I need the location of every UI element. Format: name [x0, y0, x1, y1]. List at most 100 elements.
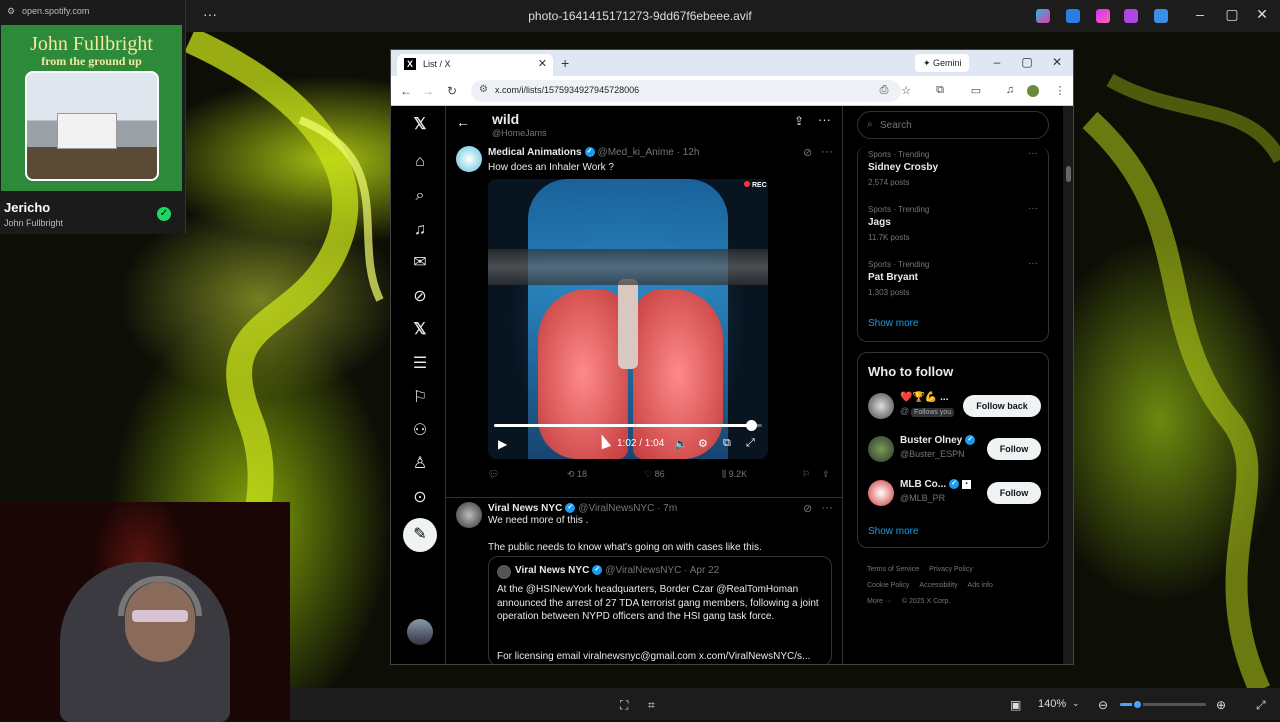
follow-button[interactable]: Follow — [987, 482, 1041, 504]
follow-back-button[interactable]: Follow back — [963, 395, 1041, 417]
footer-link[interactable]: Ads info — [968, 582, 993, 589]
browser-maximize-icon[interactable]: ▢ — [1019, 55, 1035, 69]
tweet-avatar[interactable] — [456, 502, 482, 528]
footer-link[interactable]: More ··· — [867, 598, 892, 605]
communities-icon[interactable]: ⚇ — [409, 420, 431, 442]
follow-suggestion[interactable]: Buster Olney ✓ @Buster_ESPN Follow — [868, 434, 1043, 466]
trends-show-more-link[interactable]: Show more — [868, 318, 919, 329]
suggestion-avatar[interactable] — [868, 393, 894, 419]
notifications-bell-icon[interactable]: ♫ — [409, 219, 431, 241]
actual-size-icon[interactable]: ▣ — [1010, 698, 1021, 712]
tweet-author[interactable]: Medical Animations ✓ @Med_ki_Anime · 12h — [488, 147, 699, 158]
share-icon[interactable]: ⇪ — [794, 114, 804, 128]
wtf-show-more-link[interactable]: Show more — [868, 526, 919, 537]
back-arrow-icon[interactable]: ← — [456, 114, 470, 130]
trend-more-icon[interactable]: ··· — [1028, 203, 1038, 214]
minimize-icon[interactable]: – — [1190, 6, 1210, 26]
video-player[interactable]: REC ▶ 1:02 / 1:04 🔈 ⚙ ⧉ ⤢ — [488, 179, 768, 459]
designer-icon[interactable] — [1124, 9, 1138, 23]
footer-link[interactable]: Terms of Service — [867, 566, 919, 573]
bookmark-icon[interactable]: ⚐ — [802, 469, 810, 480]
tab-close-icon[interactable]: ✕ — [538, 57, 547, 70]
tweet-author[interactable]: Viral News NYC ✓ @ViralNewsNYC · 7m — [488, 503, 677, 514]
settings-gear-icon[interactable]: ⚙ — [698, 437, 708, 450]
footer-link[interactable]: Cookie Policy — [867, 582, 909, 589]
tweet[interactable]: Viral News NYC ✓ @ViralNewsNYC · 7m ⊘ ··· … — [446, 498, 842, 664]
gemini-button[interactable]: ✦ Gemini — [915, 54, 969, 72]
zoom-slider-knob[interactable] — [1132, 699, 1144, 710]
song-title[interactable]: Jericho — [4, 200, 50, 215]
zoom-slider[interactable] — [1120, 699, 1206, 710]
paint-icon[interactable] — [1066, 9, 1080, 23]
site-info-icon[interactable]: ⚙ — [7, 6, 15, 17]
retweet-button[interactable]: ⟲ 18 — [567, 469, 587, 480]
follow-suggestion[interactable]: MLB Co... ✓ ▪ @MLB_PR Follow — [868, 478, 1043, 510]
suggestion-avatar[interactable] — [868, 436, 894, 462]
account-avatar[interactable] — [407, 619, 433, 645]
fullscreen-video-icon[interactable]: ⤢ — [746, 437, 755, 450]
cast-icon[interactable]: ▭ — [969, 84, 983, 97]
bookmark-star-icon[interactable]: ☆ — [899, 84, 913, 97]
pip-icon[interactable]: ⧉ — [723, 437, 731, 450]
maximize-icon[interactable]: ▢ — [1222, 6, 1242, 26]
grok-explain-icon[interactable]: ⊘ — [803, 502, 812, 515]
share-tweet-icon[interactable]: ⇪ — [822, 469, 830, 480]
browser-minimize-icon[interactable]: – — [989, 55, 1005, 69]
grok-explain-icon[interactable]: ⊘ — [803, 146, 812, 159]
album-art[interactable]: John Fullbright from the ground up — [1, 25, 182, 191]
tab-list-x[interactable]: X List / X ✕ — [397, 54, 553, 76]
tweet-more-icon[interactable]: ··· — [821, 500, 833, 514]
messages-mail-icon[interactable]: ✉ — [409, 252, 431, 274]
lists-icon[interactable]: ☰ — [409, 353, 431, 375]
profile-icon[interactable] — [1027, 85, 1039, 97]
trend-item[interactable]: Sports · Trending Jags 11.7K posts ··· — [868, 203, 1043, 255]
new-tab-button[interactable]: + — [561, 55, 569, 71]
url-field[interactable]: ⚙ x.com/i/lists/1575934927945728006 — [471, 80, 901, 102]
play-icon[interactable]: ▶ — [498, 437, 507, 451]
copilot-icon[interactable] — [1036, 9, 1050, 23]
trend-item[interactable]: Sports · Trending Sidney Crosby 2,574 po… — [868, 148, 1043, 200]
zoom-out-icon[interactable]: ⊖ — [1098, 698, 1108, 712]
reload-icon[interactable]: ↻ — [445, 84, 459, 98]
follow-suggestion[interactable]: ❤️🏆💪 ... @ Follows you Follow back — [868, 391, 1043, 423]
compose-post-button[interactable]: ✎ — [403, 518, 437, 552]
tweet[interactable]: Medical Animations ✓ @Med_ki_Anime · 12h ⊘… — [446, 142, 842, 498]
footer-link[interactable]: Privacy Policy — [929, 566, 973, 573]
grok-icon[interactable]: ⊘ — [409, 286, 431, 308]
artist-name[interactable]: John Fullbright — [4, 218, 63, 228]
footer-link[interactable]: Accessibility — [919, 582, 957, 589]
tweet-avatar[interactable] — [456, 146, 482, 172]
reply-button[interactable]: 💬︎ — [488, 469, 499, 480]
fullscreen-icon[interactable]: ⤢ — [1256, 698, 1266, 713]
profile-person-icon[interactable]: ♙ — [409, 453, 431, 475]
extensions-icon[interactable]: ⧉ — [933, 84, 947, 97]
home-icon[interactable]: ⌂ — [409, 151, 431, 173]
bookmarks-icon[interactable]: ⚐ — [409, 387, 431, 409]
premium-x-icon[interactable]: 𝕏 — [409, 319, 431, 341]
tweet-more-icon[interactable]: ··· — [821, 144, 833, 158]
trend-more-icon[interactable]: ··· — [1028, 258, 1038, 269]
saved-check-icon[interactable]: ✓ — [157, 207, 171, 221]
browser-menu-icon[interactable]: ⋮ — [1053, 84, 1067, 97]
install-app-icon[interactable]: ⎙ — [877, 84, 891, 97]
clipchamp-icon[interactable] — [1096, 9, 1110, 23]
page-scrollbar[interactable] — [1063, 106, 1073, 664]
onedrive-icon[interactable] — [1154, 9, 1168, 23]
follow-button[interactable]: Follow — [987, 438, 1041, 460]
explore-search-icon[interactable]: ⌕ — [409, 185, 431, 207]
like-button[interactable]: ♡ 86 — [644, 469, 665, 480]
media-icon[interactable]: ♫ — [1003, 84, 1017, 96]
zoom-level[interactable]: 140% — [1038, 698, 1066, 710]
zoom-dropdown-icon[interactable]: ⌄ — [1072, 698, 1080, 709]
quoted-tweet[interactable]: Viral News NYC ✓ @ViralNewsNYC · Apr 22 At… — [488, 556, 832, 664]
video-progress-bar[interactable] — [494, 420, 762, 431]
more-icon[interactable]: ··· — [818, 112, 831, 127]
close-icon[interactable]: ✕ — [1252, 6, 1272, 26]
views-button[interactable]: ⫼ 9.2K — [722, 469, 747, 480]
ocr-icon[interactable]: ⌗ — [648, 698, 655, 713]
list-handle[interactable]: @HomeJams — [492, 128, 547, 138]
volume-icon[interactable]: 🔈 — [674, 437, 688, 450]
fit-icon[interactable]: ⛶ — [620, 698, 628, 713]
forward-icon[interactable]: → — [421, 84, 435, 98]
site-settings-icon[interactable]: ⚙ — [479, 84, 488, 95]
